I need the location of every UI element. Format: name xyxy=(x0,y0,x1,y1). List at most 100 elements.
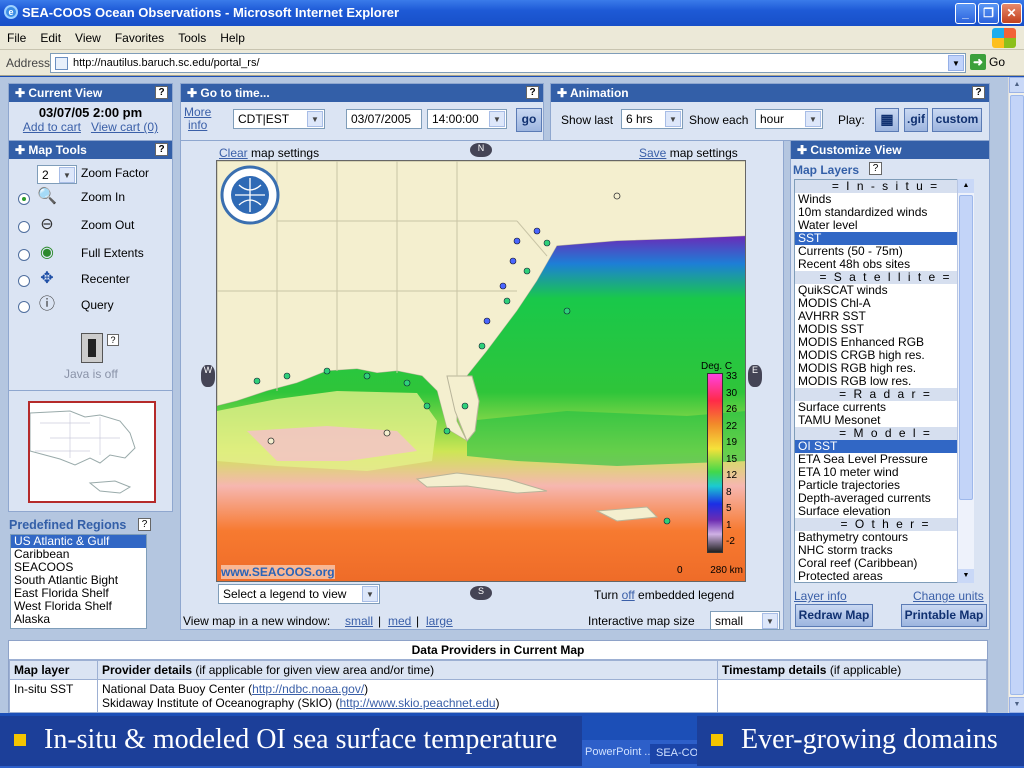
chevron-down-icon: ▼ xyxy=(59,167,75,183)
regions-list[interactable]: US Atlantic & Gulf Caribbean SEACOOS Sou… xyxy=(10,534,147,629)
help-icon[interactable]: ? xyxy=(155,143,168,156)
layer-item[interactable]: Protected areas xyxy=(795,570,973,583)
go-button[interactable]: ➜ Go xyxy=(970,54,1005,70)
scale-start: 0 xyxy=(677,565,683,576)
embedded-legend-toggle: Turn off embedded legend xyxy=(594,588,735,602)
chevron-down-icon: ▼ xyxy=(665,111,681,127)
legend-tick: 12 xyxy=(726,470,738,481)
scroll-up-icon: ▲ xyxy=(958,179,974,193)
custom-button[interactable]: custom xyxy=(932,108,982,132)
pan-south-icon[interactable]: S xyxy=(470,586,492,600)
zoom-out-radio[interactable] xyxy=(18,221,30,233)
list-item[interactable]: Alaska xyxy=(11,613,146,626)
legend-tick: -2 xyxy=(726,536,735,547)
help-icon[interactable]: ? xyxy=(138,518,151,531)
overview-map[interactable] xyxy=(28,401,156,503)
chevron-down-icon: ▼ xyxy=(307,111,323,127)
clear-link[interactable]: Clear xyxy=(219,146,248,160)
menu-tools[interactable]: Tools xyxy=(171,26,213,50)
pan-west-icon[interactable]: W xyxy=(201,365,215,387)
taskbar-item-powerpoint[interactable]: PowerPoint ... xyxy=(585,746,653,758)
film-play-icon[interactable]: ▦ xyxy=(875,108,899,132)
pan-east-icon[interactable]: E xyxy=(748,365,762,387)
col-provider: Provider details (if applicable for give… xyxy=(97,660,718,680)
scroll-up-icon: ▲ xyxy=(1009,77,1024,93)
timezone-select[interactable]: CDT|EST ▼ xyxy=(233,109,325,129)
zoom-in-icon[interactable]: 🔍 xyxy=(36,186,58,208)
layer-info-link[interactable]: Layer info xyxy=(794,589,847,603)
printable-map-button[interactable]: Printable Map xyxy=(901,604,987,627)
full-extents-radio[interactable] xyxy=(18,249,30,261)
layer-item[interactable]: Water level xyxy=(795,219,973,232)
go-time-button[interactable]: go xyxy=(516,108,542,132)
help-icon[interactable]: ? xyxy=(107,334,119,346)
move-arrows-icon[interactable]: ✥ xyxy=(36,268,58,290)
legend-tick: 22 xyxy=(726,420,738,432)
chevron-down-icon: ▼ xyxy=(805,111,821,127)
ndbc-link[interactable]: http://ndbc.noaa.gov/ xyxy=(252,682,364,696)
large-link[interactable]: large xyxy=(426,614,453,628)
layers-list[interactable]: = I n - s i t u = Winds 10m standardized w… xyxy=(794,179,974,583)
page-content: ✚ Current View? 03/07/05 2:00 pm Add to … xyxy=(0,77,1008,713)
recenter-radio[interactable] xyxy=(18,275,30,287)
redraw-map-button[interactable]: Redraw Map xyxy=(795,604,873,627)
pan-north-icon[interactable]: N xyxy=(470,143,492,157)
legend-off-link[interactable]: off xyxy=(622,588,635,602)
zoom-out-icon[interactable]: ⊖ xyxy=(36,214,58,236)
predefined-regions-label: Predefined Regions xyxy=(9,518,127,532)
query-icon[interactable]: ⓘ xyxy=(36,294,58,316)
save-settings: Save map settings xyxy=(639,146,738,160)
current-view-panel: ✚ Current View? 03/07/05 2:00 pm Add to … xyxy=(8,83,173,141)
java-toggle[interactable] xyxy=(81,333,103,363)
gif-button[interactable]: .gif xyxy=(904,108,928,132)
menu-view[interactable]: View xyxy=(68,26,108,50)
time-select[interactable]: 14:00:00 ▼ xyxy=(427,109,507,129)
address-input[interactable]: http://nautilus.baruch.sc.edu/portal_rs/… xyxy=(50,53,966,73)
menu-help[interactable]: Help xyxy=(213,26,252,50)
legend-ticks: 33 30 26 22 19 15 12 8 5 1 -2 xyxy=(726,369,745,559)
page-icon xyxy=(55,57,68,70)
show-each-label: Show each xyxy=(689,113,749,127)
more-info-link[interactable]: More info xyxy=(184,106,211,132)
change-units-link[interactable]: Change units xyxy=(913,589,984,603)
maximize-button[interactable]: ❐ xyxy=(978,3,999,24)
map-size-select[interactable]: small ▼ xyxy=(710,611,780,630)
sst-map[interactable]: www.SEACOOS.org Deg. C 33 30 26 22 19 15 12 8 5 1… xyxy=(216,160,746,582)
show-each-select[interactable]: hour ▼ xyxy=(755,109,823,129)
date-input[interactable]: 03/07/2005 xyxy=(346,109,422,129)
legend-select[interactable]: Select a legend to view ▼ xyxy=(218,584,380,604)
skio-link[interactable]: http://www.skio.peachnet.edu xyxy=(339,696,495,710)
menu-bar: File Edit View Favorites Tools Help xyxy=(0,26,1024,50)
map-tools-header: ✚ Map Tools? xyxy=(9,141,172,159)
address-dropdown-icon[interactable]: ▼ xyxy=(948,55,964,71)
layers-scrollbar[interactable]: ▲ ▼ xyxy=(957,179,974,583)
current-view-header: ✚ Current View? xyxy=(9,84,172,102)
scroll-down-icon: ▼ xyxy=(1009,697,1024,713)
show-last-label: Show last xyxy=(561,113,614,127)
menu-favorites[interactable]: Favorites xyxy=(108,26,171,50)
address-label: Address xyxy=(6,56,51,70)
help-icon[interactable]: ? xyxy=(869,162,882,175)
menu-edit[interactable]: Edit xyxy=(33,26,68,50)
view-cart-link[interactable]: View cart (0) xyxy=(91,120,158,134)
help-icon[interactable]: ? xyxy=(526,86,539,99)
legend-tick: 19 xyxy=(726,437,738,448)
close-button[interactable]: ✕ xyxy=(1001,3,1022,24)
zoom-in-radio[interactable] xyxy=(18,193,30,205)
minimize-button[interactable]: _ xyxy=(955,3,976,24)
query-radio[interactable] xyxy=(18,301,30,313)
save-link[interactable]: Save xyxy=(639,146,666,160)
med-link[interactable]: med xyxy=(388,614,411,628)
current-datetime: 03/07/05 2:00 pm xyxy=(38,105,143,120)
help-icon[interactable]: ? xyxy=(972,86,985,99)
add-to-cart-link[interactable]: Add to cart xyxy=(23,120,81,134)
small-link[interactable]: small xyxy=(345,614,373,628)
ie-icon: e xyxy=(4,5,18,19)
globe-icon[interactable]: ◉ xyxy=(36,242,58,264)
show-last-select[interactable]: 6 hrs ▼ xyxy=(621,109,683,129)
scale-end: 280 km xyxy=(710,565,743,576)
page-scrollbar[interactable]: ▲ ▼ xyxy=(1008,77,1024,713)
zoom-factor-select[interactable]: 2 ▼ xyxy=(37,165,77,184)
menu-file[interactable]: File xyxy=(0,26,33,50)
help-icon[interactable]: ? xyxy=(155,86,168,99)
